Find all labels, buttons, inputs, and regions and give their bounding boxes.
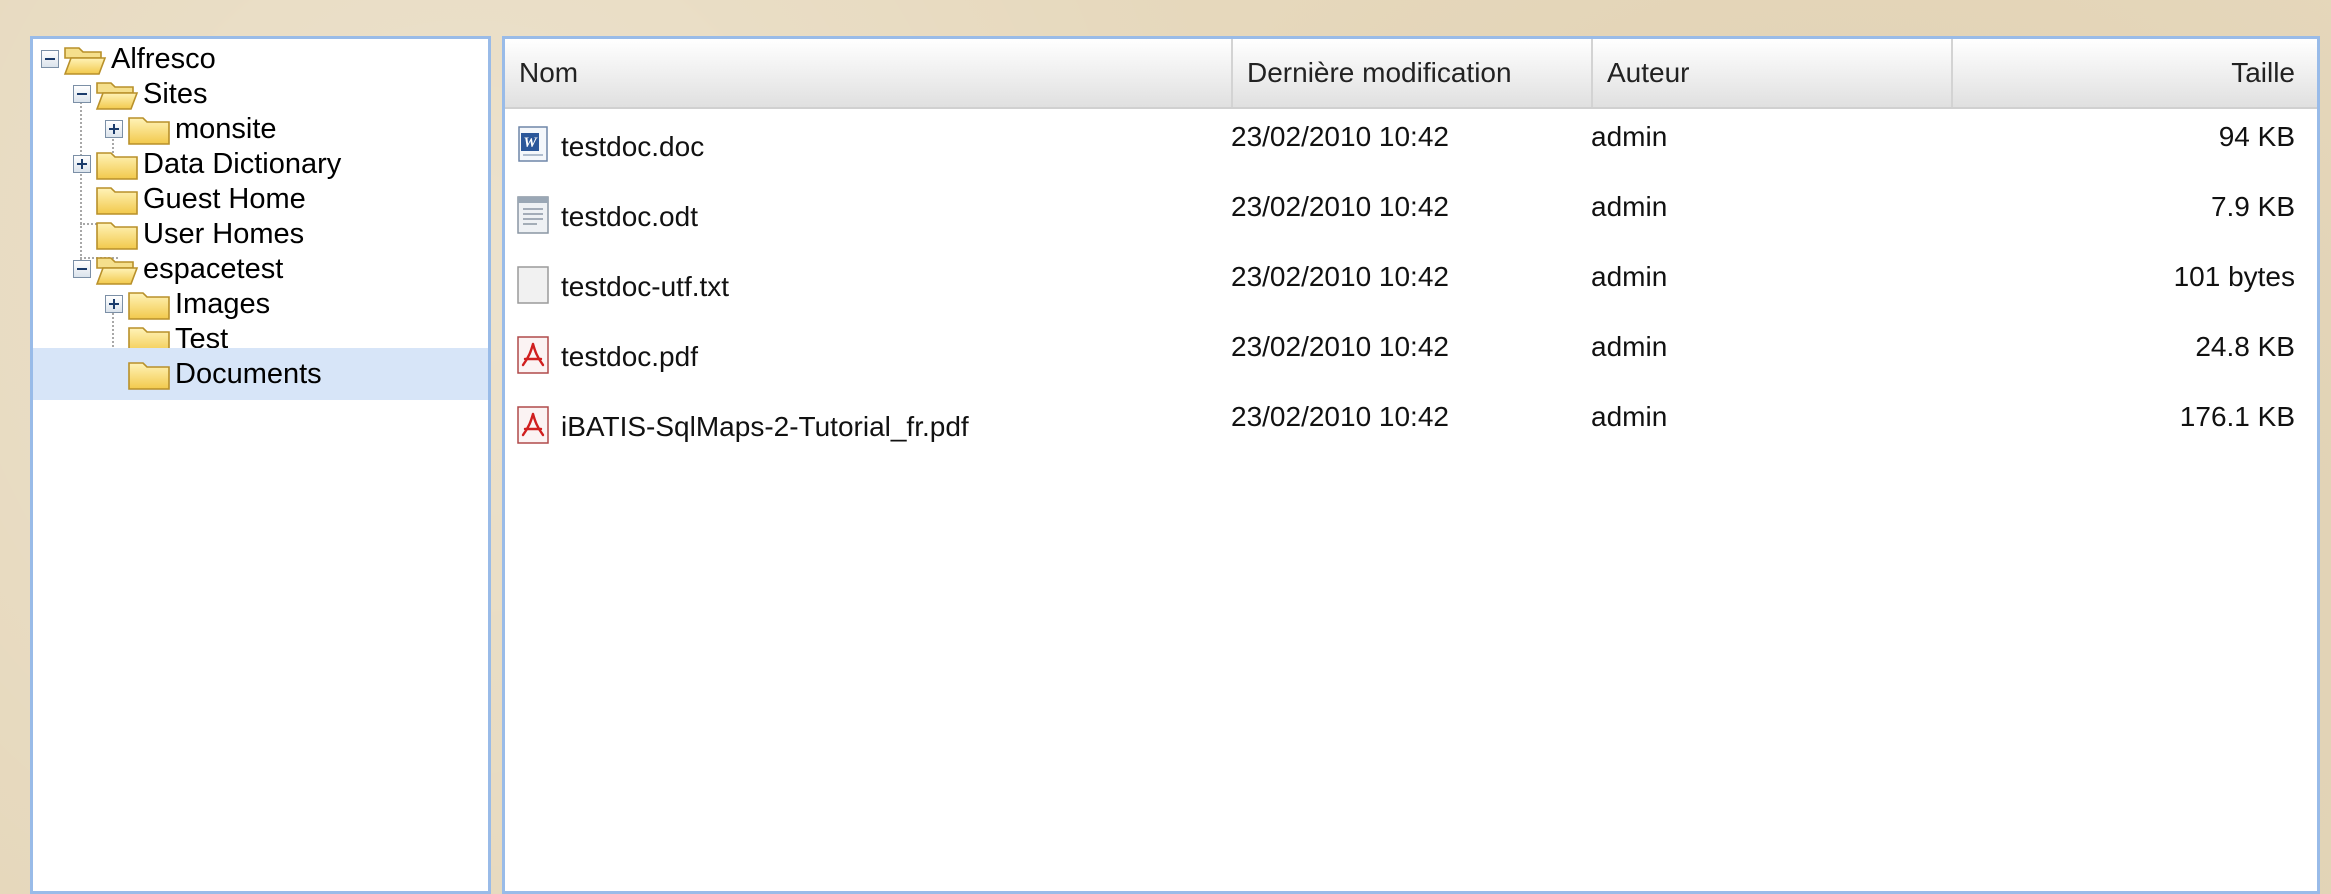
file-size: 7.9 KB [2210, 191, 2295, 222]
file-author: admin [1591, 401, 1668, 432]
file-size: 24.8 KB [2195, 331, 2295, 362]
table-row[interactable]: testdoc.odt 23/02/2010 10:42 admin 7.9 K… [505, 181, 2317, 251]
file-modified: 23/02/2010 10:42 [1231, 121, 1449, 152]
expand-toggle-icon[interactable] [105, 120, 123, 138]
file-name: testdoc.odt [561, 201, 698, 232]
file-name: testdoc.pdf [561, 341, 698, 372]
expand-toggle-icon[interactable] [73, 155, 91, 173]
tree-node-documents[interactable]: Documents [33, 348, 488, 400]
tree-node-label: Documents [175, 357, 322, 390]
file-list-panel: Nom Dernière modification Auteur Taille … [502, 36, 2320, 894]
file-modified: 23/02/2010 10:42 [1231, 191, 1449, 222]
column-header-author[interactable]: Auteur [1593, 39, 1953, 107]
file-modified: 23/02/2010 10:42 [1231, 261, 1449, 292]
text-file-icon [517, 266, 549, 304]
file-author: admin [1591, 331, 1668, 362]
collapse-toggle-icon[interactable] [41, 50, 59, 68]
pdf-file-icon [517, 336, 549, 374]
svg-text:W: W [523, 135, 538, 151]
file-modified: 23/02/2010 10:42 [1231, 401, 1449, 432]
file-size: 94 KB [2218, 121, 2295, 152]
collapse-toggle-icon[interactable] [73, 85, 91, 103]
grid-header: Nom Dernière modification Auteur Taille [505, 39, 2317, 109]
odt-doc-icon [517, 196, 549, 234]
file-author: admin [1591, 121, 1668, 152]
word-doc-icon: W [518, 126, 548, 162]
pdf-file-icon [517, 406, 549, 444]
file-name: testdoc.doc [561, 131, 705, 162]
collapse-toggle-icon[interactable] [73, 260, 91, 278]
file-modified: 23/02/2010 10:42 [1231, 331, 1449, 362]
file-author: admin [1591, 191, 1668, 222]
table-row[interactable]: iBATIS-SqlMaps-2-Tutorial_fr.pdf 23/02/2… [505, 391, 2317, 461]
folder-tree-panel: Alfresco Sites monsite Data Dictionary G… [30, 36, 491, 894]
table-row[interactable]: testdoc-utf.txt 23/02/2010 10:42 admin 1… [505, 251, 2317, 321]
folder-icon [127, 357, 171, 391]
file-name: testdoc-utf.txt [561, 271, 730, 302]
expand-toggle-icon[interactable] [105, 295, 123, 313]
column-header-modified[interactable]: Dernière modification [1233, 39, 1593, 107]
file-name: iBATIS-SqlMaps-2-Tutorial_fr.pdf [561, 411, 969, 442]
file-author: admin [1591, 261, 1668, 292]
table-row[interactable]: W testdoc.doc 23/02/2010 10:42 admin 94 … [505, 111, 2317, 181]
column-header-name[interactable]: Nom [505, 39, 1233, 107]
column-header-size[interactable]: Taille [1953, 39, 2317, 107]
file-size: 101 bytes [2173, 261, 2295, 292]
table-row[interactable]: testdoc.pdf 23/02/2010 10:42 admin 24.8 … [505, 321, 2317, 391]
file-size: 176.1 KB [2179, 401, 2295, 432]
